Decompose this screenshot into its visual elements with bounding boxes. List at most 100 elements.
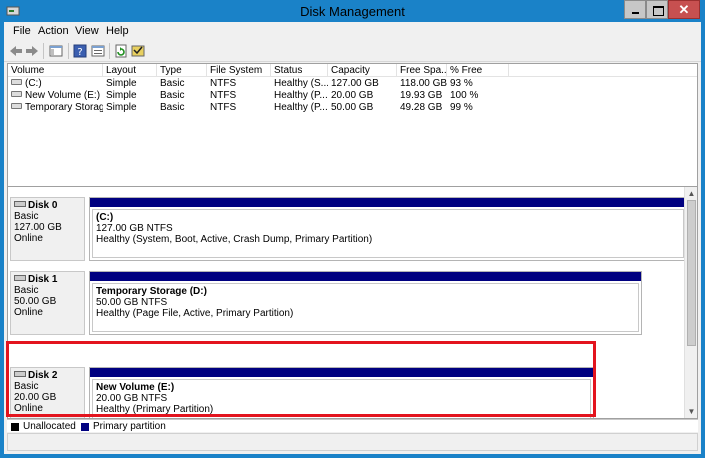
toolbar-separator xyxy=(43,43,44,59)
table-row[interactable]: New Volume (E:) Simple Basic NTFS Health… xyxy=(8,90,697,102)
disk-2-highlight xyxy=(6,341,596,417)
partition[interactable]: Temporary Storage (D:) 50.00 GB NTFS Hea… xyxy=(89,271,642,335)
svg-text:?: ? xyxy=(77,47,82,58)
partition-label: Temporary Storage (D:) xyxy=(96,286,207,297)
partition-size: 50.00 GB NTFS xyxy=(96,297,168,308)
cell-capacity: 50.00 GB xyxy=(331,102,374,113)
cell-status: Healthy (P... xyxy=(274,102,328,113)
scroll-down-icon[interactable]: ▼ xyxy=(685,405,697,418)
cell-type: Basic xyxy=(160,102,185,113)
column-status[interactable]: Status xyxy=(271,64,328,77)
scrollbar-thumb[interactable] xyxy=(687,200,696,346)
refresh-icon[interactable] xyxy=(113,43,129,59)
maximize-button[interactable] xyxy=(646,0,668,19)
disk-type: Basic xyxy=(14,285,39,296)
cell-file-system: NTFS xyxy=(210,102,237,113)
cell-type: Basic xyxy=(160,78,185,89)
toolbar-separator xyxy=(109,43,110,59)
unallocated-swatch xyxy=(11,423,19,431)
disk-info[interactable]: Disk 1 Basic 50.00 GB Online xyxy=(10,271,85,335)
disk-status: Online xyxy=(14,233,43,244)
disk-icon xyxy=(14,201,26,207)
partition-details: (C:) 127.00 GB NTFS Healthy (System, Boo… xyxy=(92,209,684,258)
cell-percent-free: 100 % xyxy=(450,90,479,101)
disk-status: Online xyxy=(14,307,43,318)
disk-icon xyxy=(14,275,26,281)
cell-free-space: 19.93 GB xyxy=(400,90,443,101)
disk-name: Disk 0 xyxy=(28,200,58,211)
cell-volume: (C:) xyxy=(25,78,42,89)
cell-type: Basic xyxy=(160,90,185,101)
cell-volume: New Volume (E:) xyxy=(25,90,101,101)
volume-list: Volume Layout Type File System Status Ca… xyxy=(7,63,698,188)
legend-unallocated: Unallocated xyxy=(23,421,76,432)
partition-bar xyxy=(90,272,641,281)
cell-layout: Simple xyxy=(106,78,137,89)
menu-file[interactable]: File xyxy=(13,25,31,37)
column-type[interactable]: Type xyxy=(157,64,207,77)
toolbar-separator xyxy=(68,43,69,59)
cell-status: Healthy (S... xyxy=(274,78,328,89)
drive-icon xyxy=(11,91,22,97)
legend-primary-partition: Primary partition xyxy=(93,421,166,432)
cell-capacity: 127.00 GB xyxy=(331,78,379,89)
partition-status: Healthy (Page File, Active, Primary Part… xyxy=(96,308,294,319)
disk-pane-scrollbar[interactable]: ▲ ▼ xyxy=(684,187,697,418)
close-icon: ✕ xyxy=(678,2,690,17)
title-bar[interactable]: Disk Management ✕ xyxy=(0,0,705,22)
cell-status: Healthy (P... xyxy=(274,90,328,101)
cell-volume: Temporary Storag... xyxy=(25,102,103,113)
partition-label: (C:) xyxy=(96,212,114,223)
column-layout[interactable]: Layout xyxy=(103,64,157,77)
column-free-space[interactable]: Free Spa... xyxy=(397,64,447,77)
cell-free-space: 118.00 GB xyxy=(400,78,447,89)
rescan-disks-icon[interactable] xyxy=(130,43,146,59)
cell-percent-free: 93 % xyxy=(450,78,473,89)
scroll-up-icon[interactable]: ▲ xyxy=(685,187,697,200)
toolbar: ? xyxy=(4,40,701,62)
disk-size: 127.00 GB xyxy=(14,222,62,233)
forward-arrow-icon[interactable] xyxy=(24,43,40,59)
properties-icon[interactable] xyxy=(90,43,106,59)
close-button[interactable]: ✕ xyxy=(668,0,700,19)
disk-row-1[interactable]: Disk 1 Basic 50.00 GB Online Temporary S… xyxy=(10,271,686,335)
column-percent-free[interactable]: % Free xyxy=(447,64,509,77)
menu-view[interactable]: View xyxy=(75,25,99,37)
cell-capacity: 20.00 GB xyxy=(331,90,374,101)
drive-icon xyxy=(11,79,22,85)
window-title: Disk Management xyxy=(300,4,405,19)
menu-bar: File Action View Help xyxy=(4,22,701,40)
cell-layout: Simple xyxy=(106,102,137,113)
back-arrow-icon[interactable] xyxy=(8,43,24,59)
cell-percent-free: 99 % xyxy=(450,102,473,113)
cell-layout: Simple xyxy=(106,90,137,101)
cell-file-system: NTFS xyxy=(210,78,237,89)
help-icon[interactable]: ? xyxy=(72,43,88,59)
column-capacity[interactable]: Capacity xyxy=(328,64,397,77)
partition-details: Temporary Storage (D:) 50.00 GB NTFS Hea… xyxy=(92,283,639,332)
cell-free-space: 49.28 GB xyxy=(400,102,443,113)
disk-type: Basic xyxy=(14,211,39,222)
legend: Unallocated Primary partition xyxy=(7,419,698,432)
menu-action[interactable]: Action xyxy=(38,25,69,37)
disk-info[interactable]: Disk 0 Basic 127.00 GB Online xyxy=(10,197,85,261)
partition[interactable]: (C:) 127.00 GB NTFS Healthy (System, Boo… xyxy=(89,197,687,261)
column-file-system[interactable]: File System xyxy=(207,64,271,77)
minimize-button[interactable] xyxy=(624,0,646,19)
primary-partition-swatch xyxy=(81,423,89,431)
disk-name: Disk 1 xyxy=(28,274,58,285)
partition-size: 127.00 GB NTFS xyxy=(96,223,173,234)
console-tree-icon[interactable] xyxy=(48,43,64,59)
drive-icon xyxy=(11,103,22,109)
menu-help[interactable]: Help xyxy=(106,25,129,37)
partition-status: Healthy (System, Boot, Active, Crash Dum… xyxy=(96,234,373,245)
table-row[interactable]: (C:) Simple Basic NTFS Healthy (S... 127… xyxy=(8,78,697,90)
cell-file-system: NTFS xyxy=(210,90,237,101)
column-volume[interactable]: Volume xyxy=(8,64,103,77)
status-bar xyxy=(7,433,698,451)
partition-bar xyxy=(90,198,686,207)
disk-management-window: Disk Management ✕ File Action View Help … xyxy=(0,0,705,458)
disk-row-0[interactable]: Disk 0 Basic 127.00 GB Online (C:) 127.0… xyxy=(10,197,687,261)
disk-size: 50.00 GB xyxy=(14,296,57,307)
table-row[interactable]: Temporary Storag... Simple Basic NTFS He… xyxy=(8,102,697,114)
